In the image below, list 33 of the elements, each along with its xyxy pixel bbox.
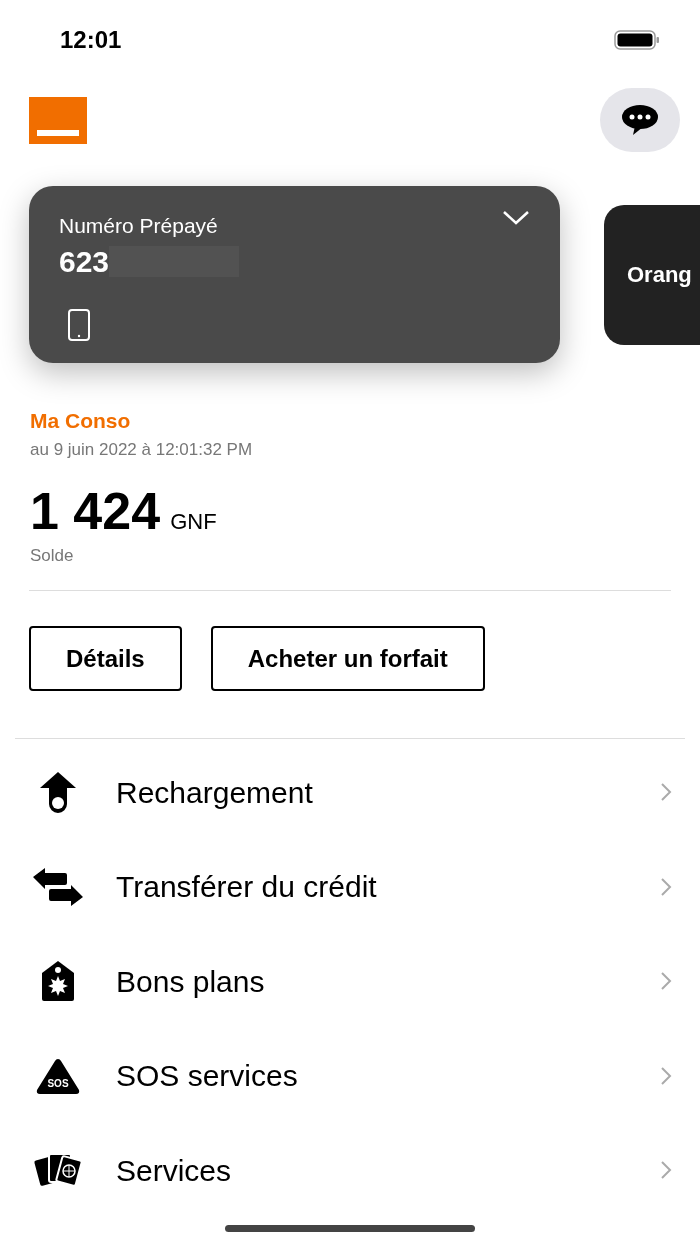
section-title: Ma Conso xyxy=(30,409,131,433)
account-label: Numéro Prépayé xyxy=(59,213,218,239)
chevron-down-icon[interactable] xyxy=(502,210,530,226)
mobile-phone-icon xyxy=(67,307,91,342)
status-time: 12:01 xyxy=(60,25,122,55)
chevron-right-icon xyxy=(660,971,672,992)
menu-item[interactable]: Bons plans xyxy=(30,934,672,1029)
chevron-right-icon xyxy=(660,1160,672,1181)
account-card[interactable]: Orang xyxy=(604,204,700,345)
menu-label: Rechargement xyxy=(116,774,314,811)
logo-icon xyxy=(29,96,87,144)
account-label: Orang xyxy=(627,261,692,289)
chevron-right-icon xyxy=(660,876,672,897)
balance-caption: Solde xyxy=(30,544,74,567)
menu-label: Bons plans xyxy=(116,963,266,1000)
battery-icon xyxy=(614,30,660,50)
menu-label: Transférer du crédit xyxy=(116,869,378,906)
chevron-right-icon xyxy=(660,1065,672,1086)
menu-item[interactable]: Transférer du crédit xyxy=(30,839,672,934)
currency: GNF xyxy=(170,507,217,536)
account-card[interactable]: Numéro Prépayé 623 xyxy=(29,186,560,363)
chat-bubble-icon xyxy=(621,104,659,136)
outline-button[interactable]: Détails xyxy=(29,626,182,691)
menu-item[interactable]: SOS SOS services xyxy=(30,1028,672,1123)
balance-amount: 1 424 xyxy=(30,480,161,541)
menu-label: SOS services xyxy=(116,1058,299,1095)
chevron-right-icon xyxy=(660,782,672,803)
outline-button[interactable]: Acheter un forfait xyxy=(210,626,485,691)
menu-label: Services xyxy=(116,1152,233,1189)
menu-item[interactable]: Services xyxy=(30,1123,672,1218)
update-date: au 9 juin 2022 à 12:01:32 PM xyxy=(30,439,253,461)
menu-item[interactable]: Rechargement xyxy=(30,745,672,840)
phone-number: 623 xyxy=(59,243,110,280)
